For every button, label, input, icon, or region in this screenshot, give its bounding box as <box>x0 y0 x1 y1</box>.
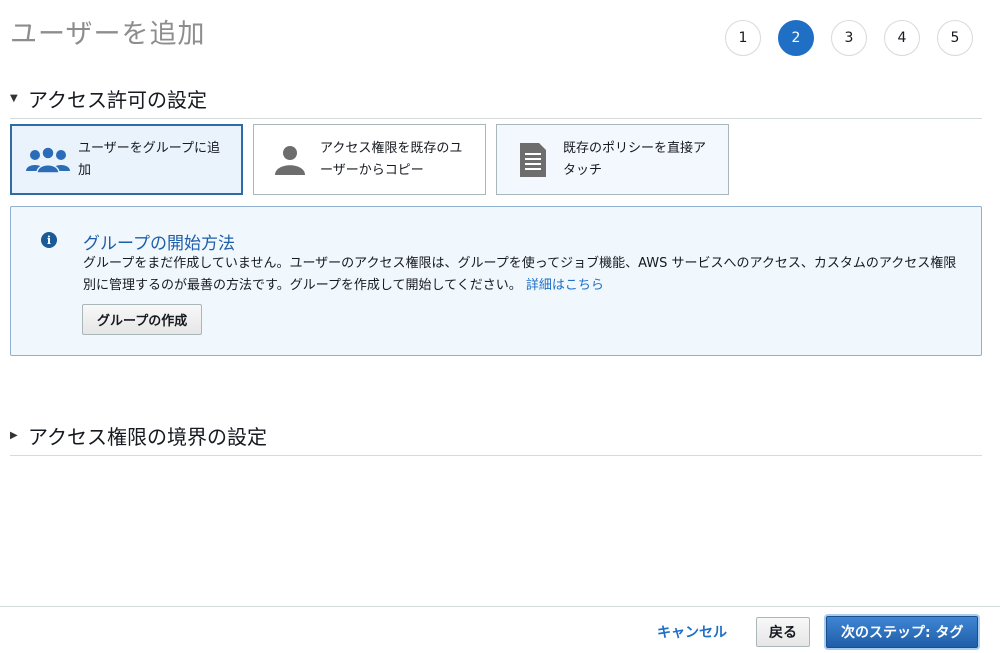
create-group-button[interactable]: グループの作成 <box>82 304 203 335</box>
option-add-to-group-label: ユーザーをグループに追加 <box>78 140 220 178</box>
next-step-button[interactable]: 次のステップ: タグ <box>826 616 979 648</box>
permissions-section-header[interactable]: ▼ アクセス許可の設定 <box>10 84 982 119</box>
option-add-to-group[interactable]: ユーザーをグループに追加 <box>10 124 243 195</box>
step-3: 3 <box>831 20 867 56</box>
step-1: 1 <box>725 20 761 56</box>
permissions-section-title: アクセス許可の設定 <box>28 88 207 112</box>
footer: キャンセル 戻る 次のステップ: タグ <box>0 606 1000 653</box>
info-icon: i <box>41 232 57 248</box>
info-title: グループの開始方法 <box>83 234 235 254</box>
caret-right-icon: ▶ <box>10 430 18 441</box>
info-box: i グループの開始方法 グループをまだ作成していません。ユーザーのアクセス権限は… <box>10 206 982 356</box>
permission-options: ユーザーをグループに追加 アクセス権限を既存のユーザーからコピー 既存のポリシー… <box>10 124 739 195</box>
page-title: ユーザーを追加 <box>10 19 206 50</box>
step-4: 4 <box>884 20 920 56</box>
step-indicator: 1 2 3 4 5 <box>725 20 990 56</box>
step-2-active: 2 <box>778 20 814 56</box>
option-attach-policy-label: 既存のポリシーを直接アタッチ <box>563 140 707 178</box>
info-body: グループをまだ作成していません。ユーザーのアクセス権限は、グループを使ってジョブ… <box>83 253 963 297</box>
boundary-section-header[interactable]: ▶ アクセス権限の境界の設定 <box>10 421 982 456</box>
caret-down-icon: ▼ <box>10 93 18 104</box>
info-body-text: グループをまだ作成していません。ユーザーのアクセス権限は、グループを使ってジョブ… <box>83 256 957 293</box>
document-icon <box>509 140 557 180</box>
cancel-link[interactable]: キャンセル <box>657 622 727 642</box>
step-5: 5 <box>937 20 973 56</box>
learn-more-link[interactable]: 詳細はこちら <box>526 278 604 293</box>
user-icon <box>266 140 314 180</box>
option-copy-permissions-label: アクセス権限を既存のユーザーからコピー <box>320 140 463 178</box>
option-attach-policy[interactable]: 既存のポリシーを直接アタッチ <box>496 124 729 195</box>
back-button[interactable]: 戻る <box>756 617 810 647</box>
users-group-icon <box>24 140 72 180</box>
boundary-section-title: アクセス権限の境界の設定 <box>28 425 267 449</box>
option-copy-permissions[interactable]: アクセス権限を既存のユーザーからコピー <box>253 124 486 195</box>
